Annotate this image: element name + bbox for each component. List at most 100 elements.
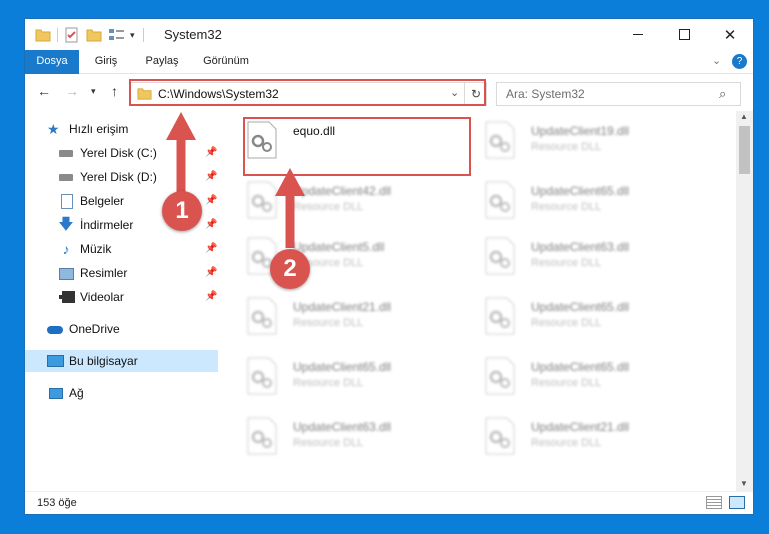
pin-icon[interactable]: 📌 xyxy=(205,147,217,158)
details-view-icon[interactable] xyxy=(706,496,722,509)
dll-file-icon xyxy=(485,181,515,219)
dll-file-icon xyxy=(247,181,277,219)
close-button[interactable]: ✕ xyxy=(707,19,753,50)
sidebar-item-quick-access[interactable]: ★ Hızlı erişim xyxy=(47,118,128,140)
file-name: UpdateClient21.dll xyxy=(293,300,392,314)
maximize-icon xyxy=(678,29,690,40)
file-name: UpdateClient65.dll xyxy=(531,300,630,314)
recent-locations-button[interactable]: ▾ xyxy=(91,86,96,97)
dll-file-icon xyxy=(485,297,515,335)
customize-toolbar-icon[interactable]: ▾ xyxy=(130,30,135,41)
sidebar-item-disk-c[interactable]: Yerel Disk (C:) xyxy=(58,142,157,164)
file-name: UpdateClient65.dll xyxy=(531,360,630,374)
file-item[interactable]: UpdateClient19.dll Resource DLL xyxy=(480,115,708,163)
sidebar-item-label: Videolar xyxy=(80,290,124,304)
navigation-pane: ★ Hızlı erişim Yerel Disk (C:) 📌 Yerel Di… xyxy=(25,111,218,491)
file-item[interactable]: UpdateClient65.dll Resource DLL xyxy=(242,351,470,399)
file-item[interactable]: UpdateClient63.dll Resource DLL xyxy=(480,231,708,279)
file-name: UpdateClient65.dll xyxy=(293,360,392,374)
file-item[interactable]: UpdateClient65.dll Resource DLL xyxy=(480,291,708,339)
window-title: System32 xyxy=(164,27,222,42)
item-count: 153 öğe xyxy=(37,497,77,509)
file-item[interactable]: UpdateClient65.dll Resource DLL xyxy=(480,175,708,223)
pin-icon[interactable]: 📌 xyxy=(205,171,217,182)
file-name: UpdateClient63.dll xyxy=(293,420,392,434)
file-name: UpdateClient65.dll xyxy=(531,184,630,198)
computer-icon xyxy=(47,353,64,369)
pin-icon[interactable]: 📌 xyxy=(205,219,217,230)
new-folder-icon[interactable] xyxy=(86,27,102,43)
file-item[interactable]: UpdateClient42.dll Resource DLL xyxy=(242,175,470,223)
file-type: Resource DLL xyxy=(531,317,602,329)
download-icon: 🡇 xyxy=(58,216,74,233)
tab-view[interactable]: Görünüm xyxy=(195,50,257,73)
sidebar-item-disk-d[interactable]: Yerel Disk (D:) xyxy=(58,166,157,188)
file-item[interactable]: UpdateClient63.dll Resource DLL xyxy=(242,411,470,459)
sidebar-item-downloads[interactable]: 🡇 İndirmeler xyxy=(58,214,133,236)
sidebar-item-this-pc[interactable]: Bu bilgisayar xyxy=(25,350,218,372)
dll-file-icon xyxy=(485,357,515,395)
video-icon xyxy=(58,289,75,305)
file-type: Resource DLL xyxy=(531,201,602,213)
vertical-scrollbar[interactable]: ▲ ▼ xyxy=(736,111,753,491)
sidebar-item-network[interactable]: Ağ xyxy=(47,382,84,404)
file-item[interactable]: UpdateClient21.dll Resource DLL xyxy=(242,291,470,339)
up-button[interactable]: ↑ xyxy=(111,83,118,99)
sidebar-item-label: Müzik xyxy=(80,242,112,256)
step-1-badge: 1 xyxy=(162,191,202,231)
large-icons-view-icon[interactable] xyxy=(729,496,745,509)
file-item[interactable]: UpdateClient65.dll Resource DLL xyxy=(480,351,708,399)
cloud-icon xyxy=(47,321,63,337)
file-name: UpdateClient19.dll xyxy=(531,124,630,138)
sidebar-item-documents[interactable]: Belgeler xyxy=(58,190,124,212)
sidebar-item-pictures[interactable]: Resimler xyxy=(58,262,127,284)
pin-icon[interactable]: 📌 xyxy=(205,195,217,206)
file-type: Resource DLL xyxy=(293,377,364,389)
separator xyxy=(142,28,144,42)
view-options-icon[interactable] xyxy=(108,27,126,43)
file-type: Resource DLL xyxy=(531,257,602,269)
drive-icon xyxy=(58,169,74,185)
title-bar: ▾ System32 ✕ xyxy=(25,19,753,50)
pin-icon[interactable]: 📌 xyxy=(205,243,217,254)
tab-home[interactable]: Giriş xyxy=(85,50,127,73)
sidebar-item-label: Hızlı erişim xyxy=(69,122,129,136)
properties-icon[interactable] xyxy=(64,27,80,43)
sidebar-item-onedrive[interactable]: OneDrive xyxy=(47,318,120,340)
dll-file-icon xyxy=(247,297,277,335)
close-icon: ✕ xyxy=(723,26,737,44)
help-icon[interactable]: ? xyxy=(732,54,747,69)
pin-icon[interactable]: 📌 xyxy=(205,291,217,302)
pictures-icon xyxy=(58,265,74,281)
search-box[interactable]: Ara: System32 ⌕ xyxy=(496,82,741,106)
scroll-up-icon[interactable]: ▲ xyxy=(740,112,748,121)
dll-file-icon xyxy=(485,237,515,275)
search-input[interactable]: Ara: System32 xyxy=(506,87,585,101)
arrow-right-icon: → xyxy=(65,83,79,99)
tab-share[interactable]: Paylaş xyxy=(137,50,187,73)
file-item[interactable]: UpdateClient21.dll Resource DLL xyxy=(480,411,708,459)
scrollbar-thumb[interactable] xyxy=(739,126,750,174)
pin-icon[interactable]: 📌 xyxy=(205,267,217,278)
sidebar-item-videos[interactable]: Videolar xyxy=(58,286,124,308)
minimize-button[interactable] xyxy=(615,19,661,50)
sidebar-item-label: OneDrive xyxy=(69,322,120,336)
back-button[interactable]: ← xyxy=(37,83,51,99)
chevron-down-icon: ▾ xyxy=(91,86,96,96)
sidebar-item-music[interactable]: ♪ Müzik xyxy=(58,238,112,260)
forward-button[interactable]: → xyxy=(65,83,79,99)
arrow-up-icon: ↑ xyxy=(111,83,118,99)
expand-ribbon-icon[interactable]: ⌄ xyxy=(712,54,721,67)
arrow-left-icon: ← xyxy=(37,83,51,99)
file-highlight-box xyxy=(243,117,471,176)
maximize-button[interactable] xyxy=(661,19,707,50)
scroll-down-icon[interactable]: ▼ xyxy=(740,479,748,488)
network-icon xyxy=(47,385,63,401)
folder-icon[interactable] xyxy=(35,27,51,43)
dll-file-icon xyxy=(485,417,515,455)
address-highlight-box xyxy=(129,79,486,106)
file-name: UpdateClient5.dll xyxy=(293,240,385,254)
dll-file-icon xyxy=(247,417,277,455)
sidebar-item-label: Resimler xyxy=(80,266,128,280)
status-bar: 153 öğe xyxy=(25,491,753,514)
